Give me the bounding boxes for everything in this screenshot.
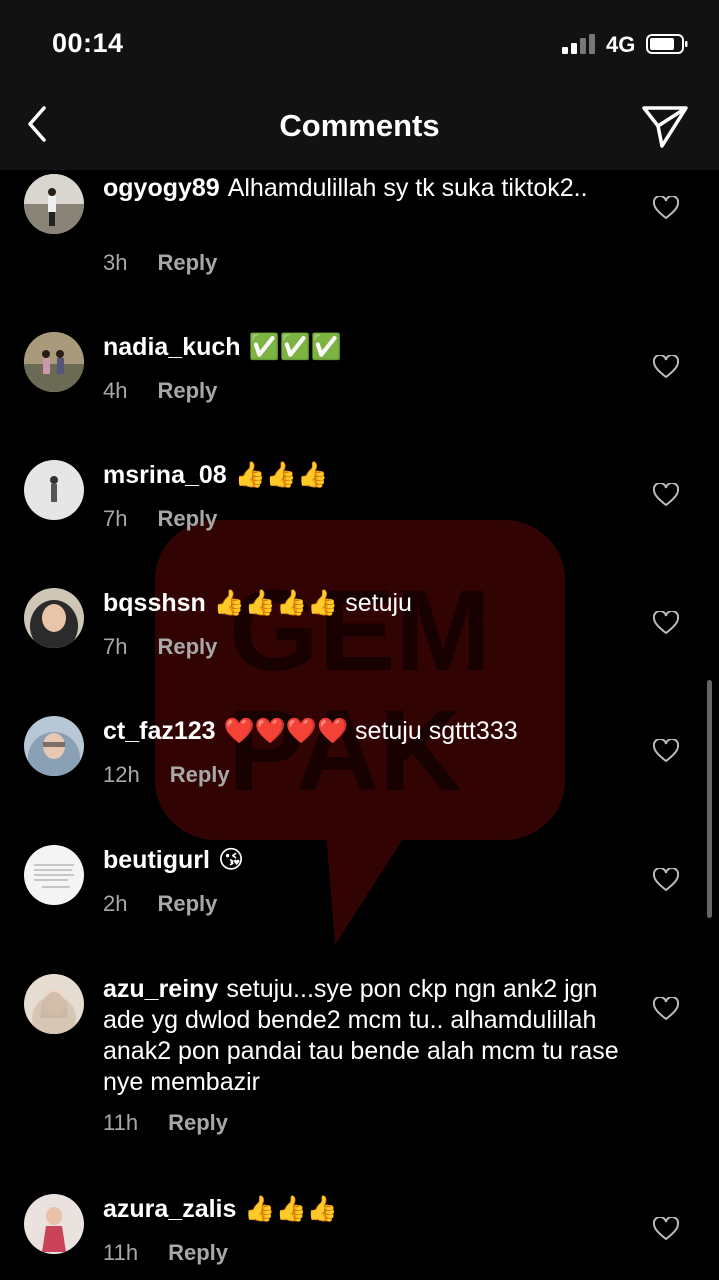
like-heart-icon[interactable] [653,355,679,379]
avatar[interactable] [24,174,84,234]
avatar[interactable] [24,332,84,392]
comment-text: ✅✅✅ [248,333,342,361]
comment-time: 7h [103,506,128,531]
page-title: Comments [279,108,440,143]
comment-text: 😘 [217,846,244,874]
comment-body: azu_reiny setuju...sye pon ckp ngn ank2 j… [103,974,623,1098]
comment-meta: 4h Reply [103,378,217,404]
comment-body: ct_faz123 ❤️❤️❤️❤️ setuju sgttt333 [103,716,623,747]
comment-meta: 7h Reply [103,506,217,532]
svg-text:PAK: PAK [228,687,462,815]
signal-icon [562,34,595,54]
comment-username[interactable]: bqsshsn [103,589,206,617]
like-heart-icon[interactable] [653,868,679,892]
comment-time: 11h [103,1240,139,1265]
comment-text: ❤️❤️❤️❤️ setuju sgttt333 [223,717,518,745]
svg-text:GEM: GEM [229,567,491,695]
network-type: 4G [606,32,636,57]
send-icon[interactable] [640,104,690,148]
reply-button[interactable]: Reply [168,1240,228,1265]
comment-time: 4h [103,378,128,403]
battery-icon [646,34,688,54]
avatar[interactable] [24,1194,84,1254]
comment-username[interactable]: azu_reiny [103,975,218,1003]
comment-meta: 11h Reply [103,1240,228,1266]
comment-username[interactable]: ogyogy89 [103,174,220,202]
reply-button[interactable]: Reply [157,378,217,403]
comment-text: 👍👍👍 [244,1195,338,1223]
comment-body: nadia_kuch ✅✅✅ [103,332,623,363]
like-heart-icon[interactable] [653,997,679,1021]
comment-body: bqsshsn 👍👍👍👍 setuju [103,588,623,619]
reply-button[interactable]: Reply [157,506,217,531]
comment-meta: 12h Reply [103,762,230,788]
comment-username[interactable]: msrina_08 [103,461,227,489]
comment-body: azura_zalis 👍👍👍 [103,1194,623,1225]
like-heart-icon[interactable] [653,739,679,763]
avatar[interactable] [24,588,84,648]
avatar[interactable] [24,460,84,520]
like-heart-icon[interactable] [653,196,679,220]
comment-meta: 3h Reply [103,250,217,276]
comment-username[interactable]: nadia_kuch [103,333,241,361]
comment-username[interactable]: azura_zalis [103,1195,236,1223]
comment-meta: 2h Reply [103,891,217,917]
scrollbar[interactable] [707,680,712,918]
avatar[interactable] [24,974,84,1034]
comment-body: beutigurl 😘 [103,845,623,876]
avatar[interactable] [24,716,84,776]
comment-username[interactable]: beutigurl [103,846,210,874]
comment-meta: 7h Reply [103,634,217,660]
comment-list[interactable]: GEM PAK ogyogy89 Alhamdulillah sy tk suka… [0,170,719,1280]
comment-text: 👍👍👍 [234,461,329,489]
reply-button[interactable]: Reply [157,891,217,916]
status-time: 00:14 [52,28,124,58]
comment-body: ogyogy89 Alhamdulillah sy tk suka tiktok2… [103,173,623,204]
comment-text: 👍👍👍👍 setuju [213,589,412,617]
comment-time: 7h [103,634,128,659]
comment-body: msrina_08 👍👍👍 [103,460,623,491]
comment-time: 2h [103,891,128,916]
avatar[interactable] [24,845,84,905]
reply-button[interactable]: Reply [157,634,217,659]
comments-header: Comments [0,90,719,170]
status-bar: 00:14 4G [0,0,719,90]
comment-time: 3h [103,250,128,275]
reply-button[interactable]: Reply [157,250,217,275]
comment-username[interactable]: ct_faz123 [103,717,216,745]
like-heart-icon[interactable] [653,483,679,507]
like-heart-icon[interactable] [653,611,679,635]
comment-time: 11h [103,1110,139,1135]
comment-meta: 11h Reply [103,1110,228,1136]
reply-button[interactable]: Reply [168,1110,228,1135]
comment-time: 12h [103,762,140,787]
like-heart-icon[interactable] [653,1217,679,1241]
reply-button[interactable]: Reply [170,762,230,787]
comment-text: Alhamdulillah sy tk suka tiktok2.. [227,174,588,202]
